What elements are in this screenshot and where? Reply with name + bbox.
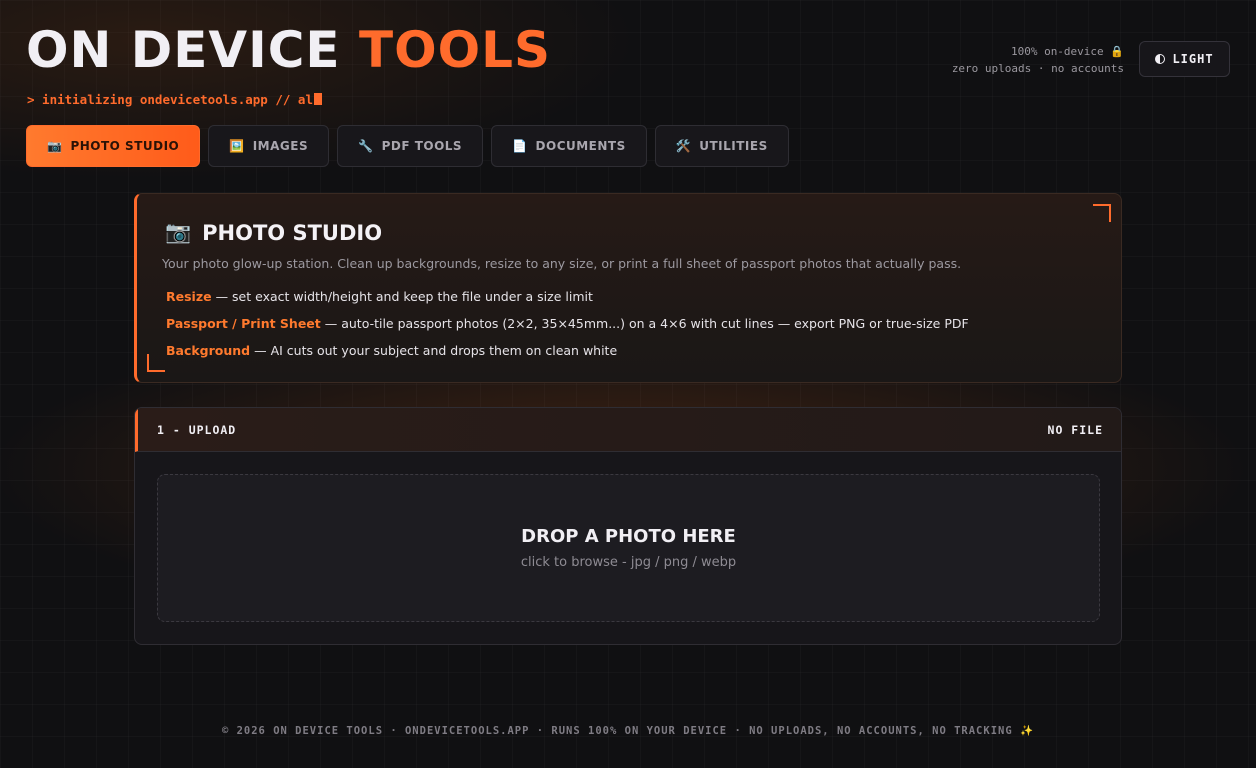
tab-utilities[interactable]: 🛠️ UTILITIES (654, 125, 789, 167)
tools-icon: 🛠️ (675, 139, 692, 153)
section-title: 📷 PHOTO STUDIO (165, 220, 382, 245)
theme-toggle-label: LIGHT (1172, 52, 1214, 66)
status-line-2: zero uploads · no accounts (951, 62, 1124, 75)
status-line-1: 100% on-device 🔒 (1010, 45, 1124, 58)
drop-zone-hint: click to browse - jpg / png / webp (520, 555, 737, 570)
picture-icon: 🖼️ (229, 139, 245, 153)
feature-desc: — auto-tile passport photos (2×2, 35×45m… (320, 316, 969, 331)
camera-icon: 📷 (47, 139, 63, 153)
tab-documents[interactable]: 📄 DOCUMENTS (491, 125, 647, 167)
section-title-text: PHOTO STUDIO (202, 220, 383, 245)
tab-label: PHOTO STUDIO (70, 139, 180, 153)
tab-label: DOCUMENTS (535, 139, 626, 153)
tab-images[interactable]: 🖼️ IMAGES (208, 125, 330, 167)
feature-name: Passport / Print Sheet (166, 316, 321, 331)
terminal-cursor (313, 93, 322, 105)
page-footer: © 2026 ON DEVICE TOOLS · ONDEVICETOOLS.A… (221, 725, 1035, 737)
document-icon: 📄 (512, 139, 528, 153)
tab-label: UTILITIES (699, 139, 768, 153)
terminal-line: > initializing ondevicetools.app // al (27, 92, 322, 107)
feature-passport: Passport / Print Sheet — auto-tile passp… (166, 316, 969, 331)
drop-zone-title: DROP A PHOTO HERE (521, 526, 736, 547)
app-logo: ON DEVICE TOOLS (26, 22, 551, 78)
photo-drop-zone[interactable]: DROP A PHOTO HERE click to browse - jpg … (157, 474, 1100, 622)
tab-pdf-tools[interactable]: 🔧 PDF TOOLS (337, 125, 484, 167)
upload-panel-header: 1 - UPLOAD NO FILE (135, 408, 1121, 452)
photo-studio-intro-card: 📷 PHOTO STUDIO Your photo glow-up statio… (134, 193, 1122, 383)
wrench-icon: 🔧 (358, 139, 374, 153)
file-status-badge: NO FILE (1047, 422, 1103, 437)
logo-accent-text: TOOLS (358, 21, 551, 79)
terminal-text: > initializing ondevicetools.app // al (27, 92, 313, 107)
tool-tabs: 📷 PHOTO STUDIO 🖼️ IMAGES 🔧 PDF TOOLS 📄 D… (26, 125, 789, 167)
camera-icon: 📷 (165, 220, 192, 244)
tab-label: PDF TOOLS (381, 139, 463, 153)
theme-toggle-button[interactable]: LIGHT (1139, 41, 1230, 77)
section-description: Your photo glow-up station. Clean up bac… (162, 256, 962, 271)
feature-desc: — set exact width/height and keep the fi… (211, 289, 593, 304)
logo-main-text: ON DEVICE (26, 21, 359, 79)
tab-label: IMAGES (252, 139, 309, 153)
feature-name: Resize (166, 289, 212, 304)
feature-name: Background (166, 343, 251, 358)
corner-decoration (1093, 204, 1111, 222)
feature-desc: — AI cuts out your subject and drops the… (250, 343, 618, 358)
feature-background: Background — AI cuts out your subject an… (166, 343, 617, 358)
step-label: 1 - UPLOAD (157, 422, 237, 437)
privacy-status: 100% on-device 🔒 zero uploads · no accou… (952, 43, 1124, 77)
contrast-icon (1155, 54, 1166, 64)
tab-photo-studio[interactable]: 📷 PHOTO STUDIO (26, 125, 201, 167)
corner-decoration (147, 354, 165, 372)
feature-resize: Resize — set exact width/height and keep… (166, 289, 593, 304)
upload-panel: 1 - UPLOAD NO FILE DROP A PHOTO HERE cli… (134, 407, 1122, 645)
